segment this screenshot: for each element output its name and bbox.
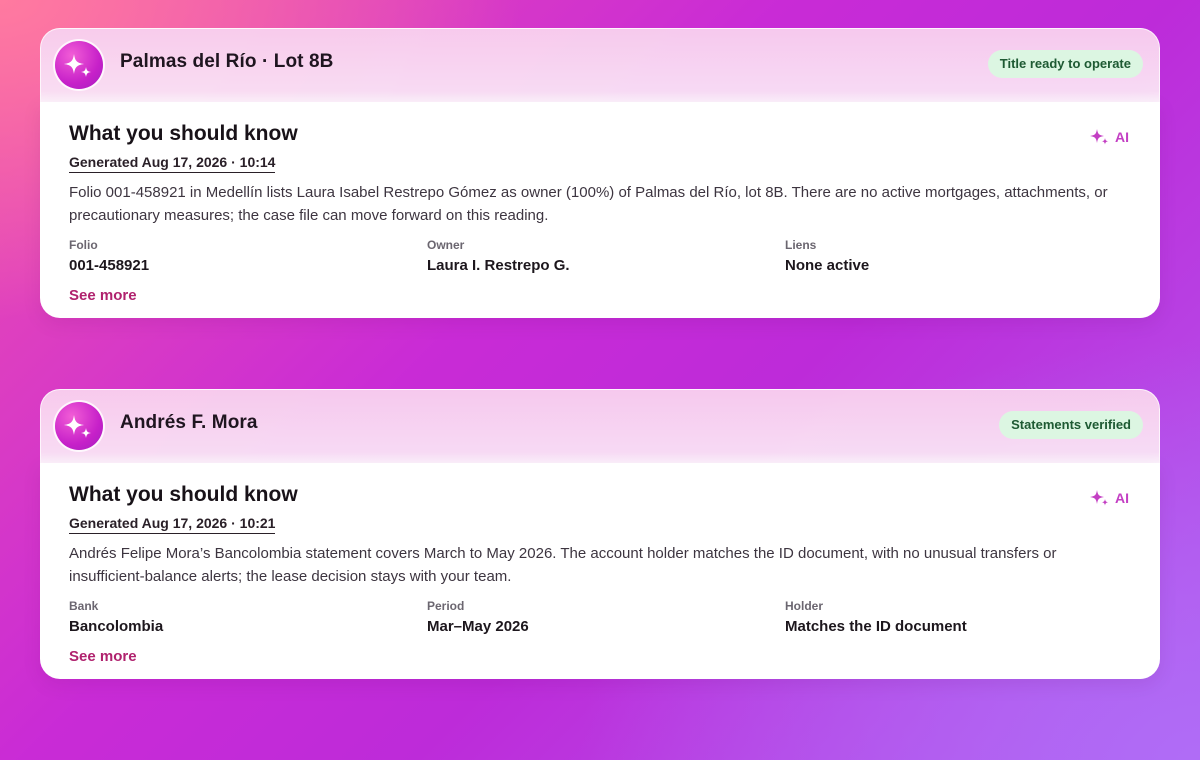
generated-timestamp[interactable]: Generated Aug 17, 2026 · 10:21 bbox=[69, 515, 276, 534]
card-title: Andrés F. Mora bbox=[120, 412, 258, 433]
card-body: What you should know AI Generated Aug 17… bbox=[40, 452, 1160, 679]
key-fields: Bank Bancolombia Period Mar–May 2026 Hol… bbox=[69, 599, 1143, 639]
field-value: None active bbox=[785, 257, 870, 274]
field-value: Bancolombia bbox=[69, 618, 164, 635]
summary-text: Folio 001-458921 in Medellín lists Laura… bbox=[69, 184, 1108, 224]
card-body: What you should know AI Generated Aug 17… bbox=[40, 91, 1160, 318]
field-value: 001-458921 bbox=[69, 257, 150, 274]
status-badge: Title ready to operate bbox=[987, 50, 1143, 78]
see-more-link[interactable]: See more bbox=[69, 287, 137, 304]
summary-card-property: Palmas del Río · Lot 8B Title ready to o… bbox=[40, 28, 1160, 318]
field-value: Laura I. Restrepo G. bbox=[427, 257, 570, 274]
ai-label: AI bbox=[1115, 129, 1129, 145]
key-fields: Folio 001-458921 Owner Laura I. Restrepo… bbox=[69, 238, 1143, 278]
field-owner: Owner Laura I. Restrepo G. bbox=[427, 238, 767, 275]
section-title: What you should know bbox=[69, 483, 298, 506]
ai-badge: AI bbox=[1089, 488, 1131, 508]
sparkles-icon bbox=[1090, 490, 1109, 506]
summary-text: Andrés Felipe Mora’s Bancolombia stateme… bbox=[69, 545, 1057, 585]
sparkles-icon bbox=[55, 402, 103, 450]
ai-badge: AI bbox=[1089, 127, 1131, 147]
card-title: Palmas del Río · Lot 8B bbox=[120, 51, 334, 72]
field-label: Folio bbox=[69, 238, 98, 252]
sparkles-icon bbox=[1090, 129, 1109, 145]
ai-label: AI bbox=[1115, 490, 1129, 506]
field-label: Bank bbox=[69, 599, 99, 613]
status-badge: Statements verified bbox=[999, 411, 1143, 439]
field-label: Holder bbox=[785, 599, 824, 613]
field-holder: Holder Matches the ID document bbox=[785, 599, 1125, 636]
field-period: Period Mar–May 2026 bbox=[427, 599, 767, 636]
field-liens: Liens None active bbox=[785, 238, 1125, 275]
see-more-link[interactable]: See more bbox=[69, 648, 137, 665]
field-bank: Bank Bancolombia bbox=[69, 599, 409, 636]
sparkles-icon bbox=[55, 41, 103, 89]
field-value: Matches the ID document bbox=[785, 618, 967, 635]
field-folio: Folio 001-458921 bbox=[69, 238, 409, 275]
field-value: Mar–May 2026 bbox=[427, 618, 529, 635]
generated-timestamp[interactable]: Generated Aug 17, 2026 · 10:14 bbox=[69, 154, 276, 173]
section-title: What you should know bbox=[69, 122, 298, 145]
field-label: Period bbox=[427, 599, 465, 613]
field-label: Owner bbox=[427, 238, 465, 252]
field-label: Liens bbox=[785, 238, 817, 252]
summary-card-tenant: Andrés F. Mora Statements verified What … bbox=[40, 389, 1160, 679]
